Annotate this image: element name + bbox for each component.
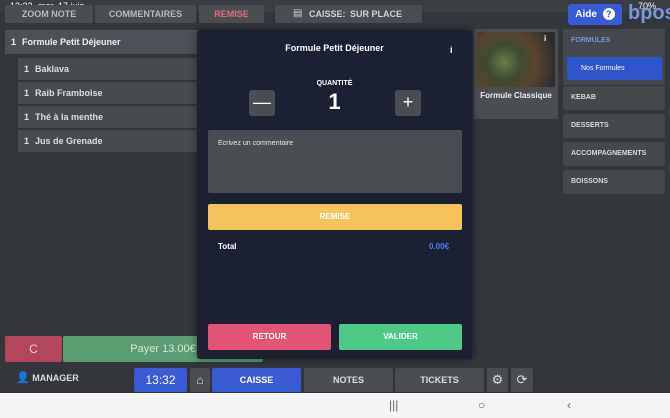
register-icon: ▤: [293, 8, 303, 19]
category-kebab[interactable]: KEBAB: [563, 86, 665, 110]
quantity-plus-button[interactable]: +: [395, 90, 421, 116]
order-main-name: Formule Petit Déjeuner: [22, 37, 121, 47]
total-value: 0.00€: [429, 242, 450, 251]
info-icon[interactable]: i: [544, 34, 546, 43]
comment-input[interactable]: [208, 130, 462, 193]
recent-apps-icon[interactable]: |||: [389, 398, 398, 412]
home-icon[interactable]: ⌂: [190, 368, 210, 392]
category-boissons[interactable]: BOISSONS: [563, 170, 665, 194]
clear-button[interactable]: C: [5, 336, 62, 362]
help-icon: ?: [602, 8, 615, 20]
total-label: Total: [218, 242, 237, 251]
quantity-label: QUANTITÉ: [316, 80, 353, 87]
category-desserts[interactable]: DESSERTS: [563, 114, 665, 138]
modal-title: Formule Petit Déjeuner: [285, 43, 384, 53]
commentaires-button[interactable]: COMMENTAIRES: [95, 5, 196, 23]
refresh-icon[interactable]: ⟳: [511, 368, 533, 392]
order-sub-item[interactable]: 1 Raib Framboise: [18, 82, 200, 104]
user-icon: 👤: [16, 372, 30, 384]
info-icon[interactable]: i: [450, 45, 453, 55]
caisse-label: CAISSE:: [309, 9, 346, 19]
caisse-mode: SUR PLACE: [350, 9, 403, 19]
android-nav-bar: ||| ○ ‹: [0, 393, 670, 418]
tab-tickets[interactable]: TICKETS: [395, 368, 484, 392]
order-sub-item[interactable]: 1 Jus de Grenade: [18, 130, 200, 152]
order-main-qty: 1: [11, 37, 17, 47]
subcategory-nos-formules[interactable]: Nos Formules: [567, 57, 662, 80]
aide-label: Aide: [575, 9, 597, 20]
zoom-note-button[interactable]: ZOOM NOTE: [5, 5, 93, 23]
bpos-logo: bpos: [628, 2, 670, 24]
remise-button[interactable]: REMISE: [208, 204, 462, 230]
remise-top-button[interactable]: REMISE: [199, 5, 264, 23]
manager-user[interactable]: 👤 MANAGER: [16, 371, 79, 384]
clock-display: 13:32: [134, 368, 187, 392]
caisse-mode-selector[interactable]: ▤ CAISSE: SUR PLACE: [275, 5, 422, 23]
back-icon[interactable]: ‹: [567, 398, 571, 412]
category-accompagnements[interactable]: ACCOMPAGNEMENTS: [563, 142, 665, 166]
product-modal: Formule Petit Déjeuner i QUANTITÉ — 1 + …: [197, 30, 472, 359]
order-sub-item[interactable]: 1 Baklava: [18, 58, 200, 80]
aide-button[interactable]: Aide ?: [568, 4, 622, 25]
order-main-item[interactable]: 1 Formule Petit Déjeuner: [5, 30, 200, 54]
valider-button[interactable]: VALIDER: [339, 324, 462, 350]
tab-caisse[interactable]: CAISSE: [212, 368, 301, 392]
tab-notes[interactable]: NOTES: [304, 368, 393, 392]
manager-label: MANAGER: [32, 373, 79, 383]
order-sub-item[interactable]: 1 Thé à la menthe: [18, 106, 200, 128]
product-name: Formule Classique: [480, 91, 552, 100]
gear-icon[interactable]: ⚙: [487, 368, 508, 392]
home-nav-icon[interactable]: ○: [478, 398, 485, 412]
retour-button[interactable]: RETOUR: [208, 324, 331, 350]
quantity-value: 1: [328, 89, 341, 114]
product-card-formule-classique[interactable]: i Formule Classique: [474, 29, 558, 119]
